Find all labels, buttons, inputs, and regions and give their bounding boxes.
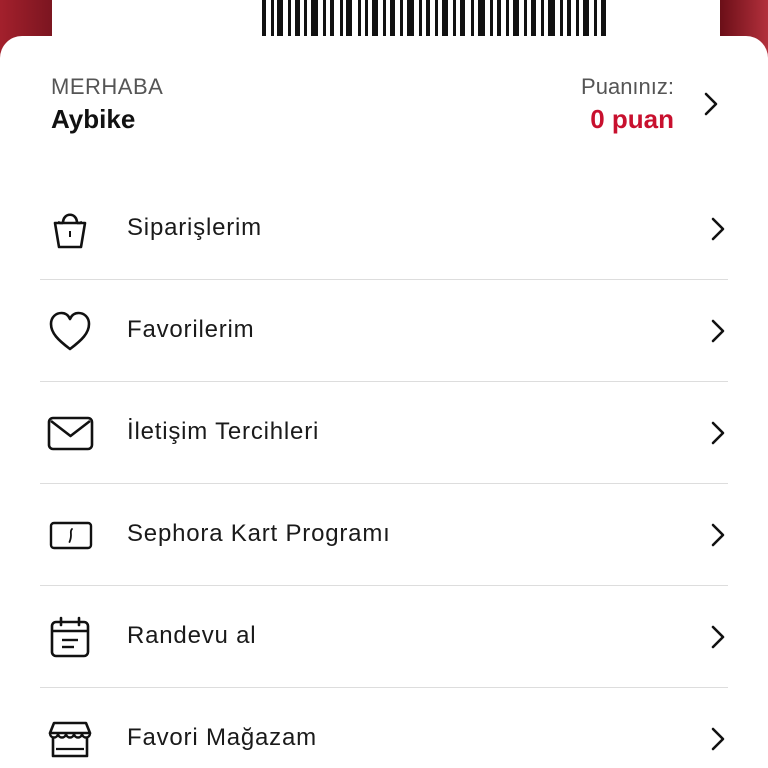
store-icon [48, 721, 92, 758]
calendar-icon [50, 616, 90, 658]
menu-item-label: Siparişlerim [127, 214, 262, 241]
heart-icon [49, 311, 91, 351]
card-icon [49, 521, 93, 550]
menu-item-orders[interactable]: Siparişlerim [40, 178, 728, 280]
barcode [262, 0, 606, 38]
chevron-right-icon [711, 421, 725, 445]
envelope-icon [47, 416, 94, 451]
menu-item-label: Sephora Kart Programı [127, 520, 391, 547]
menu-item-label: Favorilerim [127, 316, 255, 343]
chevron-right-icon [711, 217, 725, 241]
greeting-label: MERHABA [51, 74, 164, 99]
chevron-right-icon [711, 727, 725, 751]
menu-item-card-program[interactable]: Sephora Kart Programı [40, 484, 728, 586]
menu-item-label: Randevu al [127, 622, 257, 649]
menu-item-communication[interactable]: İletişim Tercihleri [40, 382, 728, 484]
points-value[interactable]: 0 puan [590, 104, 674, 135]
points-label[interactable]: Puanınız: [581, 74, 674, 100]
chevron-right-icon [711, 625, 725, 649]
user-name: Aybike [51, 104, 136, 134]
menu-item-favorites[interactable]: Favorilerim [40, 280, 728, 382]
account-menu: Siparişlerim Favorilerim İletişim Tercih… [40, 178, 728, 768]
menu-item-appointment[interactable]: Randevu al [40, 586, 728, 688]
menu-item-favorite-store[interactable]: Favori Mağazam [40, 688, 728, 768]
shopping-bag-icon [53, 213, 87, 249]
chevron-right-icon[interactable] [700, 90, 722, 118]
menu-item-label: İletişim Tercihleri [127, 418, 320, 445]
chevron-right-icon [711, 523, 725, 547]
chevron-right-icon [711, 319, 725, 343]
menu-item-label: Favori Mağazam [127, 724, 317, 751]
